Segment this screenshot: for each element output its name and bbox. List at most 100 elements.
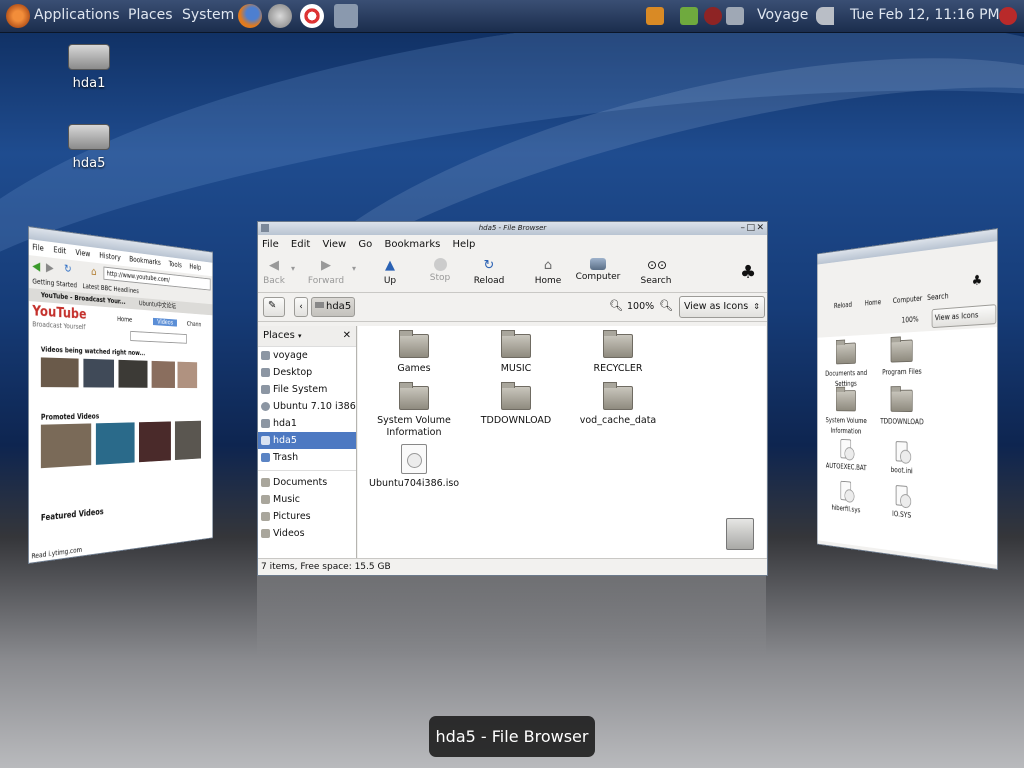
reload-label[interactable]: Reload xyxy=(834,300,852,309)
file-item[interactable]: AUTOEXEC.BAT xyxy=(820,438,873,474)
file-browser-window[interactable]: hda5 - File Browser – □ ✕ File Edit View… xyxy=(257,221,768,576)
window-menu-icon[interactable] xyxy=(261,224,269,232)
home-label[interactable]: Home xyxy=(865,298,881,308)
clock[interactable]: Tue Feb 12, 11:16 PM xyxy=(850,7,1000,23)
promoted-thumb[interactable] xyxy=(41,423,91,468)
computer-label[interactable]: Computer xyxy=(893,294,922,305)
menu-view[interactable]: View xyxy=(75,248,90,258)
file-item[interactable]: IO.SYS xyxy=(873,483,932,523)
menu-go[interactable]: Go xyxy=(358,239,372,250)
file-browser-titlebar[interactable]: hda5 - File Browser – □ ✕ xyxy=(258,222,767,235)
firefox-launcher-icon[interactable] xyxy=(238,4,262,28)
video-thumb[interactable] xyxy=(152,361,175,388)
update-notifier-icon[interactable] xyxy=(680,7,698,25)
desktop-icon-hda5[interactable]: hda5 xyxy=(54,124,124,171)
sidebar-item-trash[interactable]: Trash xyxy=(258,449,356,466)
nav-videos[interactable]: Videos xyxy=(153,318,177,327)
network-monitor-icon[interactable] xyxy=(726,7,744,25)
nav-home[interactable]: Home xyxy=(117,315,132,323)
menu-edit[interactable]: Edit xyxy=(53,245,66,255)
home-button[interactable]: ⌂ Home xyxy=(523,258,573,286)
sidebar-item-file-system[interactable]: File System xyxy=(258,381,356,398)
maximize-icon[interactable]: □ xyxy=(746,222,755,235)
file-item[interactable]: hiberfil.sys xyxy=(820,479,873,517)
file-icon-view[interactable]: Games MUSIC RECYCLER System Volume Infor… xyxy=(358,326,766,558)
bug-icon[interactable] xyxy=(704,7,722,25)
menu-edit[interactable]: Edit xyxy=(291,239,310,250)
sidebar-item-videos[interactable]: Videos xyxy=(258,525,356,542)
minimize-icon[interactable]: – xyxy=(741,222,746,235)
search-label[interactable]: Search xyxy=(927,292,948,302)
sidebar-item-music[interactable]: Music xyxy=(258,491,356,508)
file-item-system-volume-information[interactable]: System Volume Information xyxy=(369,386,459,439)
location-entry-toggle[interactable]: ✎ xyxy=(263,297,285,317)
menu-file[interactable]: File xyxy=(32,243,43,253)
file-item-music[interactable]: MUSIC xyxy=(471,334,561,375)
file-item-games[interactable]: Games xyxy=(369,334,459,375)
home-icon[interactable]: ⌂ xyxy=(91,265,96,278)
promoted-thumb[interactable] xyxy=(139,421,171,462)
file-item[interactable]: TDDOWNLOAD xyxy=(873,390,932,429)
youtube-logo[interactable]: YouTube xyxy=(32,303,86,322)
sidebar-item-ubuntu-cd[interactable]: Ubuntu 7.10 i386 xyxy=(258,398,356,415)
help-lifebuoy-icon[interactable] xyxy=(300,4,324,28)
menu-system[interactable]: System xyxy=(182,7,234,23)
file-item[interactable]: Program Files xyxy=(873,339,932,379)
firefox-window[interactable]: File Edit View History Bookmarks Tools H… xyxy=(28,226,213,564)
power-icon[interactable] xyxy=(999,7,1017,25)
forward-dropdown-icon[interactable]: ▾ xyxy=(352,264,356,273)
video-thumb[interactable] xyxy=(83,359,114,388)
youtube-search-input[interactable] xyxy=(130,331,187,344)
view-mode-select[interactable]: View as Icons xyxy=(932,304,997,328)
file-item[interactable]: System Volume Information xyxy=(820,390,873,438)
path-back-arrow[interactable]: ‹ xyxy=(294,297,308,317)
file-item-tddownload[interactable]: TDDOWNLOAD xyxy=(471,386,561,427)
sidebar-item-pictures[interactable]: Pictures xyxy=(258,508,356,525)
user-name[interactable]: Voyage xyxy=(757,7,808,23)
path-button-hda5[interactable]: hda5 xyxy=(311,297,355,317)
back-dropdown-icon[interactable]: ▾ xyxy=(291,264,295,273)
forward-button[interactable]: ▶ Forward xyxy=(301,258,351,286)
switch-desktop-icon[interactable] xyxy=(334,4,358,28)
zoom-out-icon[interactable]: 🔍︎ xyxy=(609,299,623,312)
close-icon[interactable]: ✕ xyxy=(756,222,764,235)
reload-button[interactable]: ↻ Reload xyxy=(464,258,514,286)
computer-button[interactable]: Computer xyxy=(573,258,623,282)
promoted-thumb[interactable] xyxy=(96,422,135,464)
video-thumb[interactable] xyxy=(119,360,148,388)
volume-icon[interactable] xyxy=(816,7,834,25)
menu-tools[interactable]: Tools xyxy=(169,260,182,270)
computer-window[interactable]: Reload Home Computer Search ♣ 100% View … xyxy=(817,228,998,570)
menu-bookmarks[interactable]: Bookmarks xyxy=(129,255,161,267)
file-item-recycler[interactable]: RECYCLER xyxy=(573,334,663,375)
file-item[interactable]: Documents and Settings xyxy=(820,342,873,390)
reload-icon[interactable]: ↻ xyxy=(64,262,71,275)
file-item-vod-cache-data[interactable]: vod_cache_data xyxy=(573,386,663,427)
back-arrow-icon[interactable]: ◀ xyxy=(32,258,40,273)
file-item-ubuntu-iso[interactable]: Ubuntu704i386.iso xyxy=(369,444,459,490)
file-item[interactable]: boot.ini xyxy=(873,440,932,478)
menu-help[interactable]: Help xyxy=(453,239,476,250)
video-thumb[interactable] xyxy=(178,362,198,388)
view-mode-select[interactable]: View as Icons ⇕ xyxy=(679,296,765,318)
sidebar-item-desktop[interactable]: Desktop xyxy=(258,364,356,381)
nav-channels[interactable]: Chann xyxy=(187,320,202,328)
stop-button[interactable]: Stop xyxy=(415,258,465,283)
up-button[interactable]: ▲ Up xyxy=(365,258,415,286)
search-button[interactable]: ⊙⊙ Search xyxy=(631,258,681,286)
menu-bookmarks[interactable]: Bookmarks xyxy=(384,239,440,250)
desktop-icon-hda1[interactable]: hda1 xyxy=(54,44,124,91)
zoom-in-icon[interactable]: 🔍︎ xyxy=(659,299,673,312)
menu-file[interactable]: File xyxy=(262,239,279,250)
menu-help[interactable]: Help xyxy=(189,262,201,271)
network-tool-icon[interactable] xyxy=(268,4,292,28)
menu-applications[interactable]: Applications xyxy=(34,7,120,23)
promoted-thumb[interactable] xyxy=(175,421,201,460)
video-thumb[interactable] xyxy=(41,357,79,387)
sidebar-item-hda5[interactable]: hda5 xyxy=(258,432,356,449)
sidebar-item-hda1[interactable]: hda1 xyxy=(258,415,356,432)
ubuntu-logo-icon[interactable] xyxy=(6,4,30,28)
menu-history[interactable]: History xyxy=(99,251,120,262)
sidebar-item-voyage[interactable]: voyage xyxy=(258,347,356,364)
close-sidebar-icon[interactable]: ✕ xyxy=(343,326,351,346)
